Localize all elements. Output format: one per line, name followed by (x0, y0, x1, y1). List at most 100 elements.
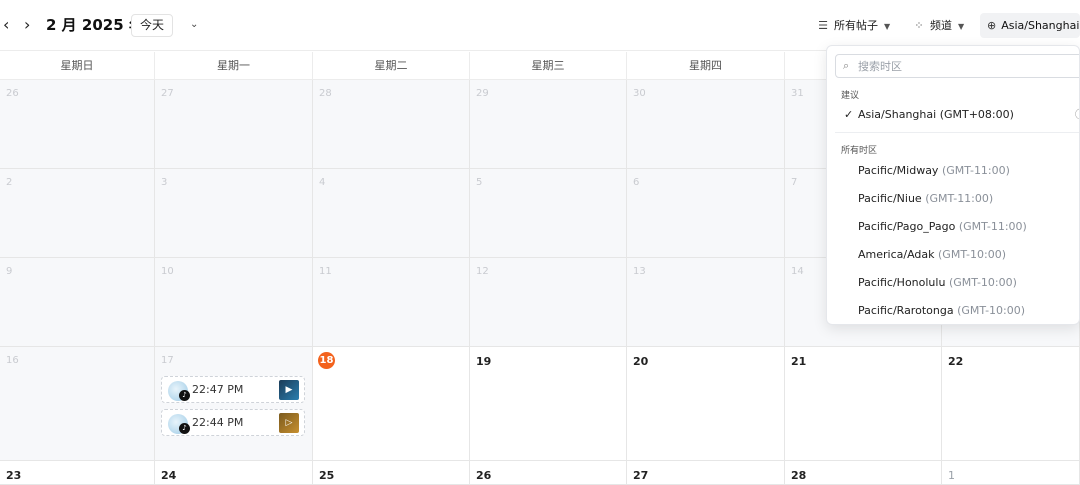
calendar-day-cell[interactable]: 12 (470, 258, 627, 347)
day-number: 2 (6, 177, 13, 188)
timezone-option[interactable]: Pacific/Honolulu (GMT-10:00) (827, 270, 1079, 296)
timezone-button[interactable]: ⊕ Asia/Shanghai (980, 13, 1080, 38)
timezone-gmt: (GMT-10:00) (957, 304, 1026, 317)
calendar-day-cell[interactable]: 19 (470, 347, 627, 461)
weekday-label: 星期日 (0, 52, 155, 80)
day-number: 29 (476, 88, 489, 99)
next-month-icon[interactable]: › (24, 14, 30, 36)
calendar-day-cell[interactable]: 22 (942, 347, 1080, 461)
day-number: 12 (476, 266, 489, 277)
calendar-day-cell[interactable]: 1 (942, 461, 1080, 485)
channel-filter-dropdown[interactable]: ⁘ 频道 ▼ (912, 14, 964, 37)
timezone-option[interactable]: America/Adak (GMT-10:00) (827, 242, 1079, 268)
post-time: 22:44 PM (192, 416, 244, 429)
scheduled-post-card[interactable]: ♪ 22:44 PM ▷ (161, 409, 305, 436)
calendar-day-cell[interactable]: 27 (155, 80, 313, 169)
day-number: 13 (633, 266, 646, 277)
day-number: 16 (6, 355, 19, 366)
day-number: 23 (6, 469, 22, 482)
timezone-name: Pacific/Midway (858, 164, 939, 177)
timezone-name: America/Adak (858, 248, 935, 261)
day-number: 10 (161, 266, 174, 277)
previous-month-icon[interactable]: ‹ (3, 14, 9, 36)
calendar-day-cell[interactable]: 29 (470, 80, 627, 169)
day-number: 5 (476, 177, 483, 188)
chevron-down-icon: ▼ (884, 22, 891, 31)
weekday-label: 星期二 (313, 52, 470, 80)
day-number: 27 (633, 469, 649, 482)
calendar-day-cell[interactable]: 6 (627, 169, 785, 258)
timezone-search-input[interactable] (858, 58, 1058, 74)
timezone-option[interactable]: Pacific/Pago_Pago (GMT-11:00) (827, 214, 1079, 240)
posts-filter-dropdown[interactable]: ☰ 所有帖子 ▼ (816, 14, 890, 37)
timezone-name: Pacific/Niue (858, 192, 922, 205)
day-number: 28 (791, 469, 807, 482)
timezone-gmt: (GMT-10:00) (938, 248, 1006, 261)
calendar-day-cell[interactable]: 28 (785, 461, 942, 485)
globe-icon: ⊕ (987, 19, 997, 32)
calendar-day-cell[interactable]: 26 (0, 80, 155, 169)
calendar-day-cell[interactable]: 9 (0, 258, 155, 347)
suggested-section-label: 建议 (841, 91, 860, 101)
all-timezones-section-label: 所有时区 (841, 146, 878, 156)
timezone-name: Pacific/Honolulu (858, 276, 946, 289)
calendar-day-cell[interactable]: 24 (155, 461, 313, 485)
timezone-label: Asia/Shanghai (1001, 19, 1080, 32)
day-number: 6 (633, 177, 640, 188)
day-number: 14 (791, 266, 804, 277)
today-button[interactable]: 今天 (131, 14, 173, 37)
timezone-gmt: (GMT-11:00) (958, 220, 1027, 233)
calendar-day-cell[interactable]: 30 (627, 80, 785, 169)
day-number: 3 (161, 177, 168, 188)
day-number: 26 (476, 469, 492, 482)
calendar-day-cell[interactable]: 21 (785, 347, 942, 461)
timezone-gmt: (GMT-11:00) (941, 164, 1010, 177)
timezone-search[interactable]: ⌕ (835, 54, 1079, 78)
calendar-day-cell[interactable]: 27 (627, 461, 785, 485)
calendar-day-cell[interactable]: 2 (0, 169, 155, 258)
calendar-day-cell[interactable]: 25 (313, 461, 470, 485)
calendar-day-cell[interactable]: 16 (0, 347, 155, 461)
scheduled-post-card[interactable]: ♪ 22:47 PM ▶ (161, 376, 305, 403)
weekday-label: 星期四 (627, 52, 785, 80)
calendar-day-cell[interactable]: 18 (313, 347, 470, 461)
calendar-day-cell[interactable]: 26 (470, 461, 627, 485)
calendar-day-cell[interactable]: 5 (470, 169, 627, 258)
day-number: 24 (161, 469, 177, 482)
search-icon: ⌕ (843, 59, 850, 72)
day-number: 20 (633, 355, 649, 368)
calendar-day-cell[interactable]: 20 (627, 347, 785, 461)
calendar-day-cell[interactable]: 11 (313, 258, 470, 347)
calendar-day-cell[interactable]: 23 (0, 461, 155, 485)
day-number: 27 (161, 88, 174, 99)
calendar-day-cell[interactable]: 13 (627, 258, 785, 347)
weekday-label: 星期三 (470, 52, 627, 80)
timezone-name: Pacific/Rarotonga (858, 304, 954, 317)
chevron-down-icon: ▼ (958, 22, 965, 31)
day-number: 22 (948, 355, 964, 368)
calendar-day-cell[interactable]: 10 (155, 258, 313, 347)
post-time: 22:47 PM (192, 383, 244, 396)
timezone-name: Asia/Shanghai (858, 108, 937, 121)
timezone-option-suggested[interactable]: ✓ Asia/Shanghai (GMT+08:00) ⓘ (827, 102, 1079, 128)
calendar-day-cell[interactable]: 17 ♪ 22:47 PM ▶ ♪ 22:44 PM ▷ (155, 347, 313, 461)
day-number: 7 (791, 177, 798, 188)
filter-icon: ☰ (818, 19, 828, 32)
timezone-gmt: (GMT-11:00) (925, 192, 994, 205)
day-number: 31 (791, 88, 804, 99)
timezone-option[interactable]: Pacific/Midway (GMT-11:00) (827, 158, 1079, 184)
day-number: 17 (161, 355, 174, 366)
view-dropdown-icon[interactable]: ⌄ (190, 14, 198, 36)
day-number: 1 (948, 469, 955, 482)
calendar-day-cell[interactable]: 4 (313, 169, 470, 258)
calendar-day-cell[interactable]: 3 (155, 169, 313, 258)
timezone-option[interactable]: Pacific/Rarotonga (GMT-10:00) (827, 298, 1079, 324)
calendar-day-cell[interactable]: 28 (313, 80, 470, 169)
timezone-option[interactable]: Pacific/Niue (GMT-11:00) (827, 186, 1079, 212)
day-number: 9 (6, 266, 13, 277)
day-number: 11 (319, 266, 332, 277)
day-number: 25 (319, 469, 335, 482)
info-icon: ⓘ (1075, 102, 1079, 128)
month-title: 2 月 2025 年 (46, 16, 144, 34)
timezone-name: Pacific/Pago_Pago (858, 220, 956, 233)
